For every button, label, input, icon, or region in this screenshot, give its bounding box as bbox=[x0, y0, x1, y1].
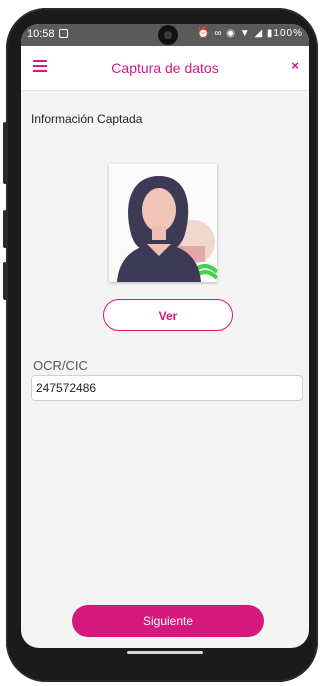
captured-photo[interactable] bbox=[109, 164, 217, 282]
page-title: Captura de datos bbox=[111, 60, 219, 76]
section-label: Información Captada bbox=[31, 112, 143, 126]
close-icon[interactable]: × bbox=[291, 58, 299, 73]
phone-side-button bbox=[3, 262, 7, 300]
status-time: 10:58 bbox=[27, 28, 55, 40]
phone-side-button bbox=[3, 210, 7, 248]
home-indicator[interactable] bbox=[127, 651, 203, 654]
ocr-cic-label: OCR/CIC bbox=[33, 358, 88, 373]
id-photo-avatar-icon bbox=[109, 164, 217, 282]
phone-side-button bbox=[3, 122, 7, 184]
notification-icon bbox=[59, 29, 68, 38]
status-icons: ⏰ ∞ ◉ ▼ ◢ ▮100% bbox=[197, 28, 303, 39]
app-bar: Captura de datos × bbox=[21, 46, 309, 91]
front-camera-icon bbox=[158, 25, 178, 45]
ver-button[interactable]: Ver bbox=[103, 299, 233, 331]
siguiente-button[interactable]: Siguiente bbox=[72, 605, 264, 637]
system-nav-bar bbox=[21, 648, 309, 664]
status-bar: 10:58 ⏰ ∞ ◉ ▼ ◢ ▮100% bbox=[21, 24, 309, 46]
ocr-cic-input[interactable] bbox=[31, 375, 303, 401]
screen: 10:58 ⏰ ∞ ◉ ▼ ◢ ▮100% Captura de datos ×… bbox=[21, 24, 309, 648]
